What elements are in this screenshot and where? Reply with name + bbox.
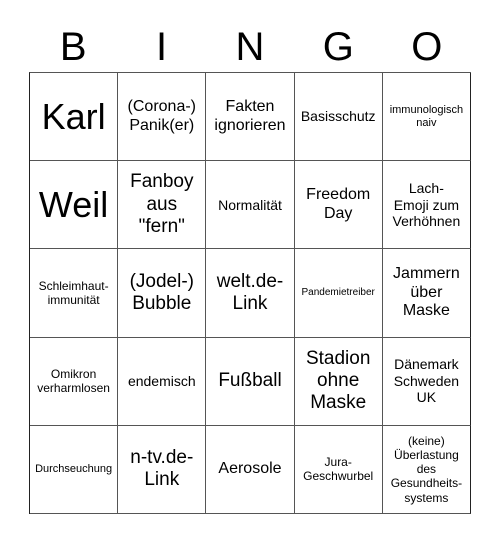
header-letter-n: N [235,25,265,69]
bingo-cell[interactable]: Aerosole [206,425,295,514]
bingo-cell[interactable]: Fußball [206,337,295,426]
bingo-cell[interactable]: Karl [30,73,119,162]
bingo-card-grid: Karl (Corona-) Panik(er) Fakten ignorieren… [29,72,471,514]
bingo-cell[interactable]: Stadion ohne Maske [294,337,383,426]
bingo-cell[interactable]: Omikron verharmlosen [30,337,119,426]
bingo-cell[interactable]: Fanboy aus "fern" [118,161,207,250]
bingo-cell[interactable]: Schleimhaut- immunität [30,249,119,338]
bingo-cell[interactable]: Durchseuchung [30,425,119,514]
bingo-cell[interactable]: (keine) Überlastung des Gesundheits- sys… [382,425,471,514]
bingo-cell[interactable]: Freedom Day [294,161,383,250]
bingo-cell[interactable]: n-tv.de- Link [118,425,207,514]
header-letter-i: I [156,25,168,69]
header-letter-b: B [59,25,87,69]
bingo-cell[interactable]: Pandemietreiber [294,249,383,338]
bingo-cell[interactable]: Dänemark Schweden UK [382,337,471,426]
header-letter-g: G [322,25,354,69]
bingo-cell[interactable]: welt.de- Link [206,249,295,338]
header-letter-o: O [411,25,443,69]
bingo-cell[interactable]: Weil [30,161,119,250]
bingo-header: B I N G O [29,22,471,72]
bingo-cell[interactable]: (Jodel-) Bubble [118,249,207,338]
bingo-cell[interactable]: Jammern über Maske [382,249,471,338]
bingo-cell[interactable]: (Corona-) Panik(er) [118,73,207,162]
bingo-cell[interactable]: Normalität [206,161,295,250]
bingo-cell[interactable]: Fakten ignorieren [206,73,295,162]
bingo-cell[interactable]: Jura- Geschwurbel [294,425,383,514]
bingo-cell[interactable]: Lach- Emoji zum Verhöhnen [382,161,471,250]
bingo-cell[interactable]: immunologisch naiv [382,73,471,162]
bingo-cell[interactable]: Basisschutz [294,73,383,162]
bingo-cell[interactable]: endemisch [118,337,207,426]
